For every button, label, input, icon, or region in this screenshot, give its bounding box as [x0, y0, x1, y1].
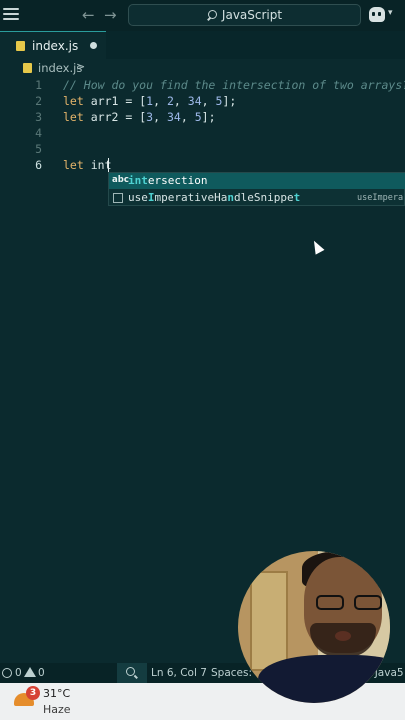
- chevron-down-icon[interactable]: ▾: [388, 8, 393, 18]
- temperature[interactable]: 31°C: [43, 687, 70, 700]
- error-count[interactable]: 0: [15, 667, 22, 679]
- command-center-search[interactable]: JavaScript: [128, 4, 361, 26]
- warning-icon[interactable]: [24, 667, 36, 677]
- search-icon: [207, 9, 218, 21]
- line-number: 1: [35, 78, 42, 92]
- breadcrumb: index.js >: [0, 59, 405, 78]
- suggestion-item-selected[interactable]: abc intersection: [109, 173, 405, 189]
- command-center-label: JavaScript: [221, 8, 283, 22]
- forward-arrow-icon[interactable]: →: [104, 6, 117, 24]
- copilot-icon[interactable]: [369, 7, 385, 22]
- autocomplete-suggestions: abc intersection useImperativeHandleSnip…: [108, 172, 405, 206]
- editor-tab-bar: index.js: [0, 31, 405, 59]
- breadcrumb-separator: >: [76, 60, 86, 73]
- weather-condition[interactable]: Haze: [43, 703, 71, 716]
- line-number-active: 6: [35, 158, 42, 172]
- code-line-1[interactable]: // How do you find the intersection of t…: [63, 78, 405, 92]
- title-bar: ← → JavaScript ▾: [0, 0, 405, 31]
- suggestion-item[interactable]: useImperativeHandleSnippet useImpera: [109, 190, 405, 206]
- warning-count[interactable]: 0: [38, 667, 45, 679]
- back-arrow-icon[interactable]: ←: [82, 6, 95, 24]
- webcam-overlay: [238, 551, 390, 703]
- code-line-2[interactable]: let arr1 = [1, 2, 34, 5];: [63, 94, 236, 108]
- tab-index-js[interactable]: index.js: [0, 31, 106, 59]
- word-completion-icon: abc: [112, 175, 129, 185]
- notification-badge: 3: [26, 686, 40, 700]
- line-number: 4: [35, 126, 42, 140]
- suggestion-label: intersection: [128, 174, 208, 187]
- text-cursor: [108, 158, 109, 172]
- code-line-6[interactable]: let int: [63, 158, 112, 172]
- zoom-button[interactable]: [117, 663, 147, 683]
- javascript-file-icon: [16, 41, 25, 51]
- suggestion-detail: useImpera: [357, 193, 404, 203]
- javascript-file-icon: [23, 63, 32, 73]
- hamburger-menu-icon[interactable]: [3, 8, 19, 22]
- code-line-3[interactable]: let arr2 = [3, 34, 5];: [63, 110, 216, 124]
- snippet-icon: [113, 193, 123, 203]
- tab-label: index.js: [32, 39, 79, 53]
- cursor-position[interactable]: Ln 6, Col 7: [151, 667, 207, 679]
- line-number: 2: [35, 94, 42, 108]
- line-number: 3: [35, 110, 42, 124]
- unsaved-dot-icon[interactable]: [90, 42, 97, 49]
- suggestion-label: useImperativeHandleSnippet: [128, 191, 301, 204]
- error-icon[interactable]: [2, 668, 12, 678]
- line-number: 5: [35, 142, 42, 156]
